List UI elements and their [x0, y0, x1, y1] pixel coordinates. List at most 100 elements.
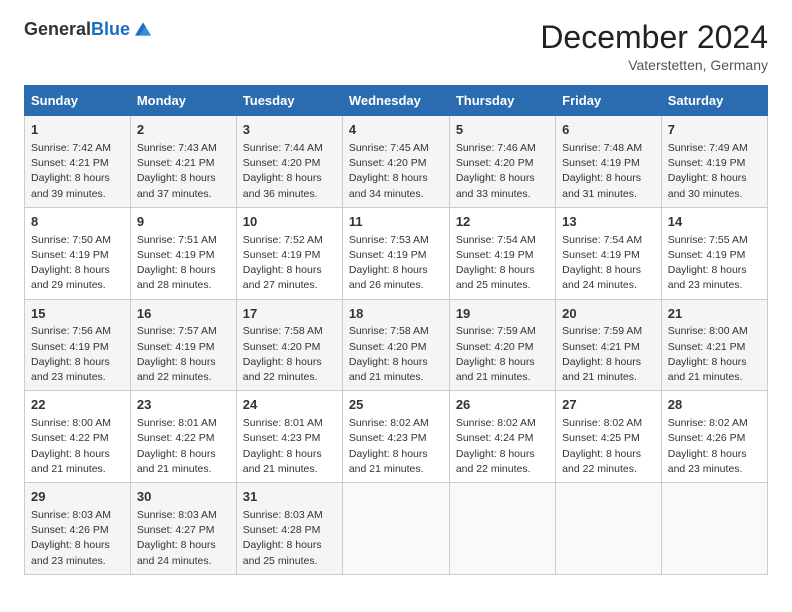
calendar-cell: 2Sunrise: 7:43 AM Sunset: 4:21 PM Daylig…: [130, 116, 236, 208]
day-number: 2: [137, 121, 230, 140]
day-number: 3: [243, 121, 336, 140]
calendar-cell: 21Sunrise: 8:00 AM Sunset: 4:21 PM Dayli…: [661, 299, 767, 391]
cell-info: Sunrise: 7:54 AM Sunset: 4:19 PM Dayligh…: [562, 233, 655, 294]
calendar-cell: 12Sunrise: 7:54 AM Sunset: 4:19 PM Dayli…: [449, 207, 555, 299]
calendar-cell: 22Sunrise: 8:00 AM Sunset: 4:22 PM Dayli…: [25, 391, 131, 483]
day-number: 26: [456, 396, 549, 415]
cell-info: Sunrise: 7:45 AM Sunset: 4:20 PM Dayligh…: [349, 141, 443, 202]
calendar-cell: 16Sunrise: 7:57 AM Sunset: 4:19 PM Dayli…: [130, 299, 236, 391]
logo-general-text: General: [24, 19, 91, 39]
day-number: 7: [668, 121, 761, 140]
day-number: 24: [243, 396, 336, 415]
header-cell-wednesday: Wednesday: [342, 86, 449, 116]
cell-info: Sunrise: 7:59 AM Sunset: 4:20 PM Dayligh…: [456, 324, 549, 385]
calendar-cell: 28Sunrise: 8:02 AM Sunset: 4:26 PM Dayli…: [661, 391, 767, 483]
day-number: 31: [243, 488, 336, 507]
week-row-5: 29Sunrise: 8:03 AM Sunset: 4:26 PM Dayli…: [25, 483, 768, 575]
cell-info: Sunrise: 8:03 AM Sunset: 4:27 PM Dayligh…: [137, 508, 230, 569]
header-cell-saturday: Saturday: [661, 86, 767, 116]
cell-info: Sunrise: 8:01 AM Sunset: 4:22 PM Dayligh…: [137, 416, 230, 477]
day-number: 28: [668, 396, 761, 415]
week-row-2: 8Sunrise: 7:50 AM Sunset: 4:19 PM Daylig…: [25, 207, 768, 299]
cell-info: Sunrise: 7:53 AM Sunset: 4:19 PM Dayligh…: [349, 233, 443, 294]
calendar-cell: 31Sunrise: 8:03 AM Sunset: 4:28 PM Dayli…: [236, 483, 342, 575]
calendar-cell: 15Sunrise: 7:56 AM Sunset: 4:19 PM Dayli…: [25, 299, 131, 391]
cell-info: Sunrise: 8:02 AM Sunset: 4:23 PM Dayligh…: [349, 416, 443, 477]
day-number: 15: [31, 305, 124, 324]
header-cell-thursday: Thursday: [449, 86, 555, 116]
header-row: SundayMondayTuesdayWednesdayThursdayFrid…: [25, 86, 768, 116]
day-number: 25: [349, 396, 443, 415]
calendar-cell: 25Sunrise: 8:02 AM Sunset: 4:23 PM Dayli…: [342, 391, 449, 483]
calendar-cell: [661, 483, 767, 575]
logo-icon: [132, 18, 154, 40]
day-number: 21: [668, 305, 761, 324]
calendar-body: 1Sunrise: 7:42 AM Sunset: 4:21 PM Daylig…: [25, 116, 768, 575]
day-number: 14: [668, 213, 761, 232]
day-number: 5: [456, 121, 549, 140]
cell-info: Sunrise: 7:49 AM Sunset: 4:19 PM Dayligh…: [668, 141, 761, 202]
calendar-cell: 13Sunrise: 7:54 AM Sunset: 4:19 PM Dayli…: [556, 207, 662, 299]
day-number: 23: [137, 396, 230, 415]
day-number: 13: [562, 213, 655, 232]
header-cell-sunday: Sunday: [25, 86, 131, 116]
week-row-4: 22Sunrise: 8:00 AM Sunset: 4:22 PM Dayli…: [25, 391, 768, 483]
cell-info: Sunrise: 7:55 AM Sunset: 4:19 PM Dayligh…: [668, 233, 761, 294]
cell-info: Sunrise: 7:50 AM Sunset: 4:19 PM Dayligh…: [31, 233, 124, 294]
cell-info: Sunrise: 7:57 AM Sunset: 4:19 PM Dayligh…: [137, 324, 230, 385]
calendar-cell: 8Sunrise: 7:50 AM Sunset: 4:19 PM Daylig…: [25, 207, 131, 299]
day-number: 16: [137, 305, 230, 324]
calendar-cell: 1Sunrise: 7:42 AM Sunset: 4:21 PM Daylig…: [25, 116, 131, 208]
day-number: 30: [137, 488, 230, 507]
header-cell-tuesday: Tuesday: [236, 86, 342, 116]
calendar-cell: 4Sunrise: 7:45 AM Sunset: 4:20 PM Daylig…: [342, 116, 449, 208]
calendar-cell: 20Sunrise: 7:59 AM Sunset: 4:21 PM Dayli…: [556, 299, 662, 391]
logo-blue-text: Blue: [91, 19, 130, 39]
cell-info: Sunrise: 8:03 AM Sunset: 4:28 PM Dayligh…: [243, 508, 336, 569]
logo: GeneralBlue: [24, 20, 154, 40]
week-row-3: 15Sunrise: 7:56 AM Sunset: 4:19 PM Dayli…: [25, 299, 768, 391]
calendar-cell: [556, 483, 662, 575]
calendar-cell: 3Sunrise: 7:44 AM Sunset: 4:20 PM Daylig…: [236, 116, 342, 208]
calendar-cell: [449, 483, 555, 575]
cell-info: Sunrise: 8:02 AM Sunset: 4:26 PM Dayligh…: [668, 416, 761, 477]
calendar-cell: [342, 483, 449, 575]
page-header: GeneralBlue December 2024 Vaterstetten, …: [24, 20, 768, 73]
calendar-header: SundayMondayTuesdayWednesdayThursdayFrid…: [25, 86, 768, 116]
cell-info: Sunrise: 7:52 AM Sunset: 4:19 PM Dayligh…: [243, 233, 336, 294]
location-subtitle: Vaterstetten, Germany: [540, 57, 768, 73]
calendar-cell: 5Sunrise: 7:46 AM Sunset: 4:20 PM Daylig…: [449, 116, 555, 208]
calendar-cell: 29Sunrise: 8:03 AM Sunset: 4:26 PM Dayli…: [25, 483, 131, 575]
calendar-cell: 17Sunrise: 7:58 AM Sunset: 4:20 PM Dayli…: [236, 299, 342, 391]
cell-info: Sunrise: 8:02 AM Sunset: 4:25 PM Dayligh…: [562, 416, 655, 477]
calendar-cell: 14Sunrise: 7:55 AM Sunset: 4:19 PM Dayli…: [661, 207, 767, 299]
cell-info: Sunrise: 7:58 AM Sunset: 4:20 PM Dayligh…: [349, 324, 443, 385]
day-number: 29: [31, 488, 124, 507]
week-row-1: 1Sunrise: 7:42 AM Sunset: 4:21 PM Daylig…: [25, 116, 768, 208]
cell-info: Sunrise: 7:43 AM Sunset: 4:21 PM Dayligh…: [137, 141, 230, 202]
cell-info: Sunrise: 7:59 AM Sunset: 4:21 PM Dayligh…: [562, 324, 655, 385]
day-number: 20: [562, 305, 655, 324]
calendar-cell: 23Sunrise: 8:01 AM Sunset: 4:22 PM Dayli…: [130, 391, 236, 483]
cell-info: Sunrise: 7:58 AM Sunset: 4:20 PM Dayligh…: [243, 324, 336, 385]
day-number: 22: [31, 396, 124, 415]
calendar-cell: 24Sunrise: 8:01 AM Sunset: 4:23 PM Dayli…: [236, 391, 342, 483]
cell-info: Sunrise: 8:01 AM Sunset: 4:23 PM Dayligh…: [243, 416, 336, 477]
header-cell-monday: Monday: [130, 86, 236, 116]
cell-info: Sunrise: 7:54 AM Sunset: 4:19 PM Dayligh…: [456, 233, 549, 294]
month-title: December 2024: [540, 20, 768, 55]
calendar-cell: 30Sunrise: 8:03 AM Sunset: 4:27 PM Dayli…: [130, 483, 236, 575]
calendar-cell: 10Sunrise: 7:52 AM Sunset: 4:19 PM Dayli…: [236, 207, 342, 299]
day-number: 27: [562, 396, 655, 415]
calendar-cell: 18Sunrise: 7:58 AM Sunset: 4:20 PM Dayli…: [342, 299, 449, 391]
day-number: 11: [349, 213, 443, 232]
header-cell-friday: Friday: [556, 86, 662, 116]
calendar-cell: 27Sunrise: 8:02 AM Sunset: 4:25 PM Dayli…: [556, 391, 662, 483]
cell-info: Sunrise: 7:51 AM Sunset: 4:19 PM Dayligh…: [137, 233, 230, 294]
calendar-cell: 7Sunrise: 7:49 AM Sunset: 4:19 PM Daylig…: [661, 116, 767, 208]
calendar-cell: 6Sunrise: 7:48 AM Sunset: 4:19 PM Daylig…: [556, 116, 662, 208]
cell-info: Sunrise: 8:02 AM Sunset: 4:24 PM Dayligh…: [456, 416, 549, 477]
cell-info: Sunrise: 8:00 AM Sunset: 4:21 PM Dayligh…: [668, 324, 761, 385]
cell-info: Sunrise: 7:56 AM Sunset: 4:19 PM Dayligh…: [31, 324, 124, 385]
cell-info: Sunrise: 7:44 AM Sunset: 4:20 PM Dayligh…: [243, 141, 336, 202]
